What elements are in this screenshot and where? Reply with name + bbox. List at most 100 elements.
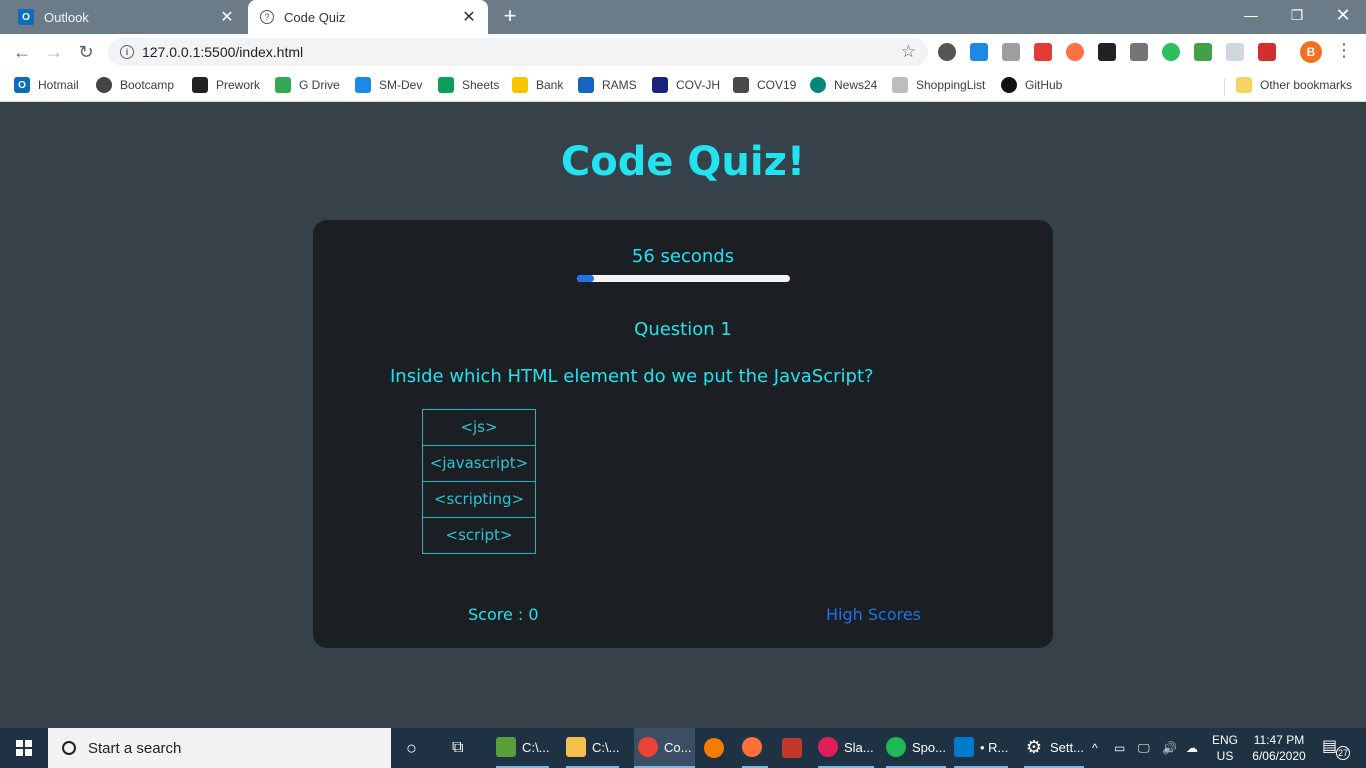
extension-icon[interactable] bbox=[1066, 43, 1084, 61]
back-button[interactable]: ← bbox=[10, 40, 34, 64]
tray-overflow-icon[interactable]: ^ bbox=[1092, 728, 1098, 768]
taskbar-app[interactable]: Spo... bbox=[886, 728, 946, 768]
megaphone-icon[interactable] bbox=[1034, 43, 1052, 61]
bookmark-item[interactable]: ShoppingList bbox=[892, 77, 985, 93]
bookmark-item[interactable]: Bank bbox=[512, 77, 563, 93]
bookmark-label: Bootcamp bbox=[120, 78, 175, 92]
network-icon[interactable]: 🖵 bbox=[1138, 728, 1150, 768]
globe-icon: ? bbox=[260, 10, 274, 24]
forward-button[interactable]: → bbox=[42, 40, 66, 64]
page-content: Code Quiz! 56 seconds Question 1 Inside … bbox=[0, 103, 1366, 728]
sm-icon bbox=[355, 77, 371, 93]
battery-icon[interactable]: ▭ bbox=[1114, 728, 1125, 768]
bookmarks-divider bbox=[1224, 78, 1225, 96]
system-clock[interactable]: 11:47 PM 6/06/2020 bbox=[1244, 732, 1314, 764]
language-indicator[interactable]: ENG US bbox=[1208, 732, 1242, 764]
answer-button[interactable]: <js> bbox=[422, 409, 536, 446]
tab-outlook[interactable]: O Outlook ✕ bbox=[8, 0, 246, 34]
news-icon bbox=[810, 77, 826, 93]
extension-icon[interactable] bbox=[1002, 43, 1020, 61]
taskbar-app[interactable]: Co... bbox=[634, 728, 696, 768]
clock-time: 11:47 PM bbox=[1253, 733, 1305, 747]
restore-button[interactable]: ❐ bbox=[1274, 0, 1320, 30]
taskbar-search-box[interactable]: Start a search bbox=[48, 728, 391, 768]
page-title: Code Quiz! bbox=[560, 139, 806, 185]
score-text: Score : 0 bbox=[468, 605, 539, 624]
bookmark-item[interactable]: COV19 bbox=[733, 77, 796, 93]
bookmark-item[interactable]: SM-Dev bbox=[355, 77, 422, 93]
question-number: Question 1 bbox=[634, 319, 732, 340]
extension-icon[interactable] bbox=[1226, 43, 1244, 61]
timer-progress-fill bbox=[577, 275, 595, 282]
bookmark-label: COV19 bbox=[757, 78, 797, 92]
menu-icon[interactable]: ⋮ bbox=[1334, 40, 1354, 61]
bookmark-item[interactable]: RAMS bbox=[578, 77, 637, 93]
info-icon[interactable]: i bbox=[120, 45, 134, 59]
tab-title: Code Quiz bbox=[284, 9, 346, 25]
address-bar[interactable]: i 127.0.0.1:5500/index.html ☆ bbox=[108, 38, 928, 66]
tab-title: Outlook bbox=[44, 9, 89, 25]
extension-icon[interactable] bbox=[938, 43, 956, 61]
taskbar-app-label: C:\... bbox=[592, 739, 620, 755]
taskbar-app[interactable] bbox=[704, 728, 730, 768]
answer-list: <js> <javascript> <scripting> <script> bbox=[422, 409, 536, 554]
other-bookmarks[interactable]: Other bookmarks bbox=[1236, 77, 1352, 93]
start-button[interactable] bbox=[0, 728, 48, 768]
rams-icon bbox=[578, 77, 594, 93]
bookmark-label: Other bookmarks bbox=[1260, 78, 1353, 92]
close-icon[interactable]: ✕ bbox=[216, 7, 238, 27]
bookmark-label: ShoppingList bbox=[916, 78, 986, 92]
extension-icon[interactable] bbox=[1258, 43, 1276, 61]
bookmark-item[interactable]: COV-JH bbox=[652, 77, 720, 93]
search-app-icon bbox=[704, 738, 724, 758]
taskbar-app[interactable]: Sla... bbox=[818, 728, 874, 768]
bookmark-item[interactable]: Prework bbox=[192, 77, 260, 93]
drive-icon bbox=[275, 77, 291, 93]
extension-icon[interactable] bbox=[1098, 43, 1116, 61]
taskbar-app-label: Sett... bbox=[1050, 739, 1084, 755]
bookmark-label: GitHub bbox=[1025, 78, 1063, 92]
bookmark-item[interactable]: GitHub bbox=[1001, 77, 1062, 93]
taskbar-app[interactable]: ⚙ Sett... bbox=[1024, 728, 1084, 768]
taskbar-app[interactable]: C:\... bbox=[566, 728, 620, 768]
answer-button[interactable]: <scripting> bbox=[422, 481, 536, 518]
cortana-icon[interactable]: ○ bbox=[406, 728, 417, 768]
bookmark-label: RAMS bbox=[602, 78, 637, 92]
bookmark-item[interactable]: G Drive bbox=[275, 77, 340, 93]
reload-button[interactable]: ↻ bbox=[74, 40, 98, 64]
bookmark-item[interactable]: Sheets bbox=[438, 77, 499, 93]
extension-icon[interactable] bbox=[1194, 43, 1212, 61]
answer-button[interactable]: <javascript> bbox=[422, 445, 536, 482]
task-view-icon[interactable]: ⧉ bbox=[452, 728, 463, 768]
notification-center-icon[interactable]: ▤ 27 bbox=[1322, 736, 1350, 760]
book-icon bbox=[192, 77, 208, 93]
taskbar-app[interactable]: C:\... bbox=[496, 728, 550, 768]
browser-tab-strip: O Outlook ✕ ? Code Quiz ✕ + — ❐ ✕ bbox=[0, 0, 1366, 34]
answer-button[interactable]: <script> bbox=[422, 517, 536, 554]
high-scores-link[interactable]: High Scores bbox=[826, 605, 921, 624]
taskbar-app-label: • R... bbox=[980, 739, 1009, 755]
taskbar-app[interactable]: • R... bbox=[954, 728, 1009, 768]
cloud-icon[interactable]: ☁ bbox=[1186, 728, 1198, 768]
camera-icon[interactable] bbox=[1130, 43, 1148, 61]
gear-icon: ⚙ bbox=[1025, 737, 1043, 757]
profile-avatar[interactable]: B bbox=[1300, 41, 1322, 63]
window-close-button[interactable]: ✕ bbox=[1320, 0, 1366, 30]
taskbar-app[interactable] bbox=[742, 728, 768, 768]
quiz-card: 56 seconds Question 1 Inside which HTML … bbox=[313, 220, 1053, 648]
close-icon[interactable]: ✕ bbox=[458, 7, 480, 27]
minimize-button[interactable]: — bbox=[1228, 0, 1274, 30]
bookmark-star-icon[interactable]: ☆ bbox=[901, 42, 916, 62]
bookmark-label: Bank bbox=[536, 78, 564, 92]
taskbar-app[interactable] bbox=[782, 728, 808, 768]
grid-icon bbox=[733, 77, 749, 93]
tab-code-quiz[interactable]: ? Code Quiz ✕ bbox=[248, 0, 488, 34]
bookmark-item[interactable]: Bootcamp bbox=[96, 77, 174, 93]
new-tab-button[interactable]: + bbox=[498, 5, 522, 29]
evernote-icon[interactable] bbox=[1162, 43, 1180, 61]
extension-icon[interactable] bbox=[970, 43, 988, 61]
volume-icon[interactable]: 🔊 bbox=[1162, 728, 1177, 768]
question-text: Inside which HTML element do we put the … bbox=[390, 366, 874, 387]
bookmark-item[interactable]: O Hotmail bbox=[14, 77, 79, 93]
bookmark-item[interactable]: News24 bbox=[810, 77, 877, 93]
